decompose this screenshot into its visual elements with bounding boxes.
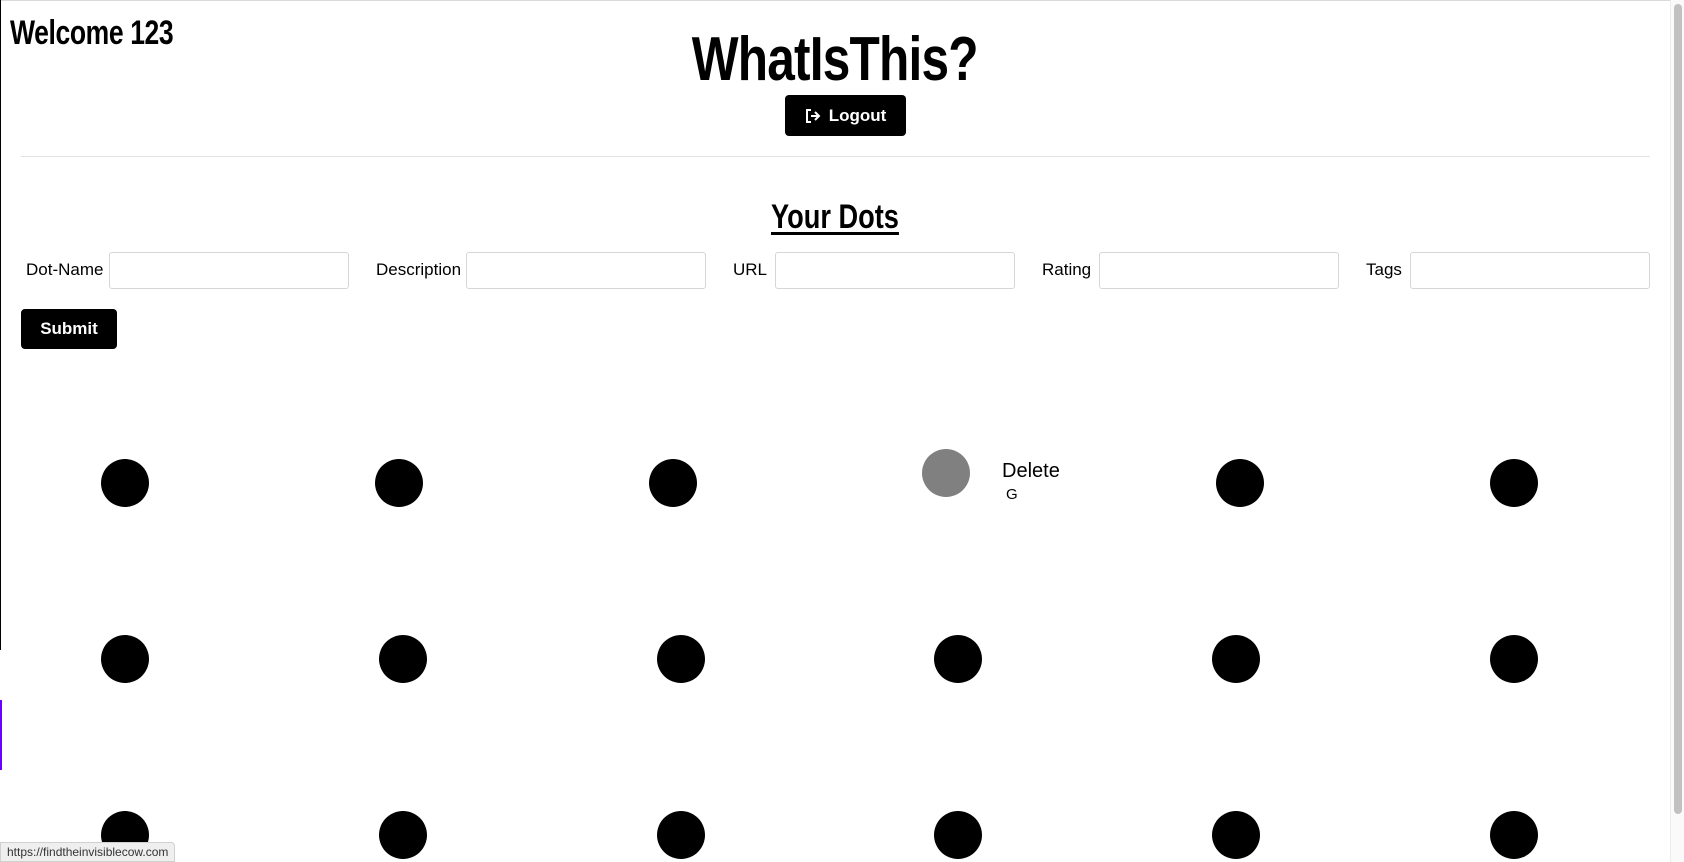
dot[interactable] [934,811,982,859]
dot-form: Dot-Name Description URL Rating Tags [0,252,1684,289]
app-title: WhatIsThis? [691,25,979,94]
rating-input[interactable] [1099,252,1339,289]
dot[interactable] [1490,459,1538,507]
dot[interactable] [375,459,423,507]
vertical-scrollbar[interactable] [1670,0,1684,862]
dot[interactable] [657,635,705,683]
dot-name-label: Dot-Name [26,260,104,279]
header-divider [21,156,1650,157]
window-left-border [0,0,1,650]
dot[interactable] [1490,811,1538,859]
window-top-border [0,0,1684,1]
rating-label: Rating [1042,260,1092,279]
dot[interactable] [649,459,697,507]
dot[interactable] [101,635,149,683]
delete-link[interactable]: Delete [1002,460,1060,483]
dot-name-text: G [1006,486,1018,503]
dot-selected[interactable] [922,449,970,497]
tags-label: Tags [1366,260,1402,279]
scrollbar-thumb[interactable] [1674,4,1682,814]
dot[interactable] [1490,635,1538,683]
dot[interactable] [101,459,149,507]
sign-out-icon [805,108,821,124]
url-label: URL [733,260,768,279]
dot-name-input[interactable] [109,252,349,289]
url-input[interactable] [775,252,1015,289]
app-title-container: WhatIsThis? [0,24,1670,95]
tags-input[interactable] [1410,252,1650,289]
dot[interactable] [1212,635,1260,683]
dot[interactable] [379,811,427,859]
dot[interactable] [1216,459,1264,507]
dot[interactable] [934,635,982,683]
logout-button[interactable]: Logout [785,95,906,136]
submit-button[interactable]: Submit [21,309,117,349]
description-input[interactable] [466,252,706,289]
dot[interactable] [1212,811,1260,859]
your-dots-heading: Your Dots [771,198,899,236]
dot[interactable] [657,811,705,859]
dot[interactable] [379,635,427,683]
window-left-accent [0,700,2,770]
description-label: Description [376,260,462,279]
logout-label: Logout [828,105,887,125]
section-title-container: Your Dots [0,198,1670,237]
status-bar-url: https://findtheinvisiblecow.com [0,842,176,862]
